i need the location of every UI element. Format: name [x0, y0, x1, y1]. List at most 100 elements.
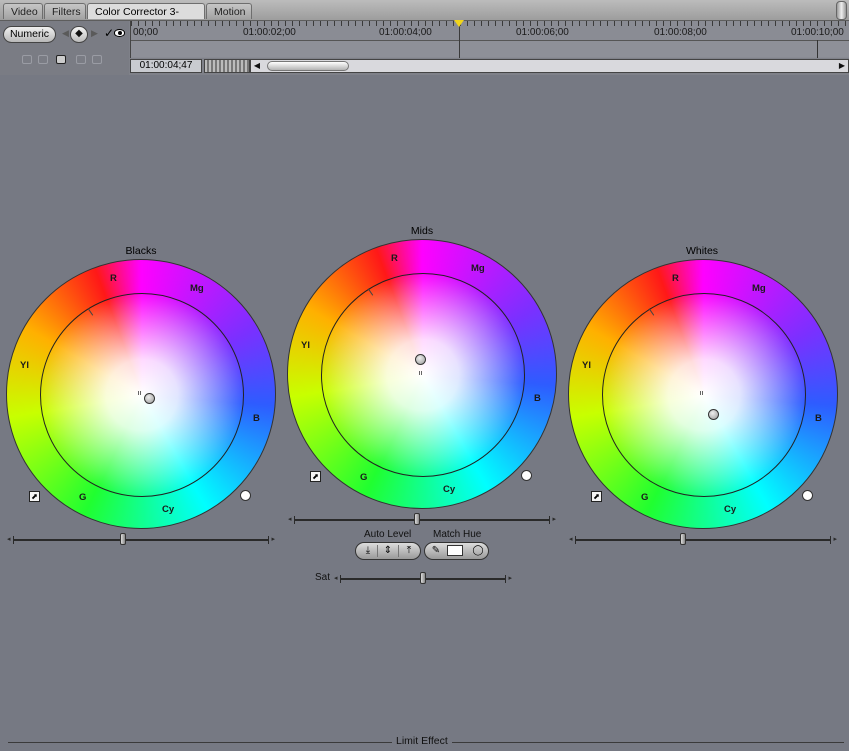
match-hue-buttons: ✎ ◯	[424, 542, 489, 560]
wheel-label-yl: Yl	[301, 340, 310, 351]
next-keyframe-icon[interactable]: ▶	[91, 28, 98, 39]
scroll-right-icon[interactable]: ▶	[836, 60, 848, 72]
whites-title: Whites	[685, 245, 719, 257]
keyframe-diamond-icon: ◆	[75, 28, 83, 39]
timeline-scrollbar[interactable]: ◀ ▶	[250, 59, 849, 73]
segment-divider	[398, 545, 399, 557]
wheel-label-mg: Mg	[471, 263, 485, 274]
slider-cap	[830, 536, 831, 544]
window-scroll-knob[interactable]	[836, 1, 847, 20]
slider-left-arrow-icon[interactable]: ◂	[288, 515, 292, 524]
clip-end-marker	[817, 40, 818, 58]
wheel-label-r: R	[110, 273, 117, 284]
copy-forward-2-icon[interactable]	[92, 55, 102, 64]
timecode-label: 01:00:04;00	[379, 27, 432, 38]
tab-video[interactable]: Video	[3, 3, 43, 19]
slider-track[interactable]	[13, 539, 269, 541]
blacks-title: Blacks	[125, 245, 157, 257]
slider-right-arrow-icon[interactable]: ▸	[552, 515, 556, 524]
slider-right-arrow-icon[interactable]: ▸	[508, 574, 512, 583]
slider-left-arrow-icon[interactable]: ◂	[569, 535, 573, 544]
slider-cap	[268, 536, 269, 544]
blacks-level-thumb[interactable]	[120, 533, 126, 545]
auto-level-label: Auto Level	[364, 529, 412, 540]
numeric-button[interactable]: Numeric	[3, 26, 56, 43]
tab-color-corrector-3-way[interactable]: Color Corrector 3-way	[87, 3, 205, 34]
timeline-ruler[interactable]: 00;00 01:00:02;00 01:00:04;00 01:00:06;0…	[130, 20, 849, 58]
slider-left-arrow-icon[interactable]: ◂	[7, 535, 11, 544]
playhead-marker-icon[interactable]	[454, 20, 464, 27]
saturation-slider[interactable]: ◂ ▸	[334, 572, 512, 584]
auto-black-level-icon[interactable]: ⤓	[359, 544, 377, 558]
blacks-reset-button[interactable]	[240, 490, 251, 501]
wheel-label-g: G	[79, 492, 87, 503]
jog-control[interactable]	[204, 59, 250, 73]
slider-cap	[505, 575, 506, 583]
copy-filter-icon[interactable]	[38, 55, 48, 64]
slider-track[interactable]	[575, 539, 831, 541]
whites-level-slider[interactable]: ◂ ▸	[569, 533, 837, 545]
mids-level-thumb[interactable]	[414, 513, 420, 525]
match-color-swatch[interactable]	[447, 545, 463, 556]
mids-title: Mids	[410, 225, 434, 237]
segment-divider	[377, 545, 378, 557]
limit-effect-toggle[interactable]: Limit Effect	[392, 735, 452, 747]
mids-inner-wheel[interactable]	[321, 273, 525, 477]
auto-contrast-icon[interactable]: ⇕	[379, 544, 397, 558]
tab-filters[interactable]: Filters	[44, 3, 86, 19]
whites-balance-knob[interactable]	[708, 409, 719, 420]
slider-track[interactable]	[294, 519, 550, 521]
wheel-center-mark	[419, 371, 423, 375]
wheel-label-cy: Cy	[443, 484, 456, 495]
slider-cap	[549, 516, 550, 524]
mids-reset-button[interactable]	[521, 470, 532, 481]
keyframe-track[interactable]	[131, 40, 849, 57]
slider-right-arrow-icon[interactable]: ▸	[833, 535, 837, 544]
blacks-level-slider[interactable]: ◂ ▸	[7, 533, 275, 545]
blacks-select-auto-balance-icon[interactable]: ⬈	[29, 491, 40, 502]
scroll-left-icon[interactable]: ◀	[251, 60, 263, 72]
mids-balance-knob[interactable]	[415, 354, 426, 365]
tab-bar: Video Filters Color Corrector 3-way Moti…	[0, 0, 849, 34]
whites-select-auto-balance-icon[interactable]: ⬈	[591, 491, 602, 502]
select-auto-balance-icon[interactable]	[22, 55, 32, 64]
slider-right-arrow-icon[interactable]: ▸	[271, 535, 275, 544]
whites-inner-wheel[interactable]	[602, 293, 806, 497]
current-timecode-field[interactable]: 01:00:04;47	[130, 59, 202, 73]
wheel-label-r: R	[391, 253, 398, 264]
timecode-label: 01:00:02;00	[243, 27, 296, 38]
wheel-label-b: B	[253, 413, 260, 424]
blacks-balance-knob[interactable]	[144, 393, 155, 404]
view-eye-icon[interactable]	[114, 29, 125, 37]
whites-color-wheel[interactable]: R Mg Yl B G Cy	[568, 259, 838, 529]
scrollbar-thumb[interactable]	[267, 61, 349, 71]
whites-reset-button[interactable]	[802, 490, 813, 501]
wheel-label-cy: Cy	[162, 504, 175, 515]
header-controls: Numeric ◀ ◆ ▶ ✓	[0, 21, 129, 75]
wheel-label-yl: Yl	[20, 360, 29, 371]
tab-motion[interactable]: Motion	[206, 3, 252, 19]
whites-level-thumb[interactable]	[680, 533, 686, 545]
eyedropper-icon[interactable]: ✎	[427, 544, 445, 558]
match-reset-icon[interactable]: ◯	[469, 544, 487, 558]
prev-keyframe-icon[interactable]: ◀	[62, 28, 69, 39]
saturation-thumb[interactable]	[420, 572, 426, 584]
filter-header: Numeric ◀ ◆ ▶ ✓ 00;00 01:00:02;00 01:00:…	[0, 20, 849, 75]
timecode-label: 01:00:10;00	[791, 27, 844, 38]
mids-color-wheel[interactable]: R Mg Yl B G Cy	[287, 239, 557, 509]
add-keyframe-button[interactable]: ◆	[70, 26, 88, 43]
slider-left-arrow-icon[interactable]: ◂	[334, 574, 338, 583]
hand-tool-icon[interactable]	[56, 55, 66, 64]
auto-white-level-icon[interactable]: ⤒	[400, 544, 418, 558]
mids-select-auto-balance-icon[interactable]: ⬈	[310, 471, 321, 482]
copy-forward-icon[interactable]	[76, 55, 86, 64]
blacks-inner-wheel[interactable]	[40, 293, 244, 497]
ruler-ticks	[131, 21, 849, 26]
mids-level-slider[interactable]: ◂ ▸	[288, 513, 556, 525]
blacks-color-wheel[interactable]: R Mg Yl B G Cy	[6, 259, 276, 529]
enable-checkbox-icon[interactable]: ✓	[104, 26, 114, 40]
wheel-label-yl: Yl	[582, 360, 591, 371]
wheel-center-mark	[700, 391, 704, 395]
wheel-label-cy: Cy	[724, 504, 737, 515]
wheel-label-r: R	[672, 273, 679, 284]
